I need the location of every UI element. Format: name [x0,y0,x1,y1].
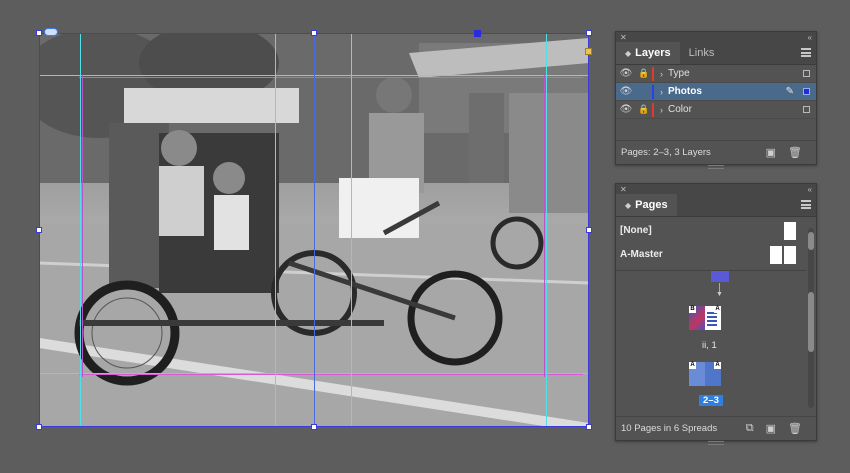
tab-links[interactable]: Links [680,42,724,64]
masters-scroll-thumb[interactable] [808,232,814,250]
resize-handle-right[interactable] [586,227,592,233]
master-thumbnail[interactable] [784,222,796,240]
spread-2-3[interactable]: A A [689,362,721,386]
resize-handle-top-right[interactable] [586,30,592,36]
resize-handle-top-left[interactable] [36,30,42,36]
master-letter: A [689,362,696,369]
panel-menu-icon[interactable] [801,200,811,209]
resize-handle-bottom-right[interactable] [586,424,592,430]
pages-scroll-thumb[interactable] [808,292,814,352]
lock-icon[interactable]: 🔒 [636,104,652,115]
spread-label-selected: 2–3 [699,395,723,406]
master-name: A-Master [620,248,663,260]
new-page-icon[interactable]: ▣ [766,422,776,435]
layers-tabbar: ◆ Layers Links [616,42,816,65]
page-thumbnail[interactable]: A [705,362,721,386]
master-name: [None] [620,224,652,236]
panel-resize-grip[interactable] [708,441,724,445]
pages-tabbar: ◆ Pages [616,194,816,217]
pages-footer: 10 Pages in 6 Spreads ⧉ ▣ 🗑 [616,416,816,440]
master-letter: A [714,362,721,369]
tab-expand-icon: ◆ [625,200,632,210]
tab-layers-label: Layers [635,47,671,59]
spread-label: ii, 1 [702,340,717,351]
page-thumbnail[interactable]: A [689,362,705,386]
panel-titlebar: ✕ « [616,32,816,42]
tab-pages-label: Pages [635,199,668,211]
margin-guide-right [544,75,545,377]
layer-color-swatch [652,84,654,99]
close-icon[interactable]: ✕ [620,185,627,194]
trash-icon[interactable]: 🗑 [788,422,802,435]
layers-status-text: Pages: 2–3, 3 Layers [621,147,711,158]
text-out-port-icon[interactable] [585,48,592,55]
close-icon[interactable]: ✕ [620,33,627,42]
resize-handle-bottom[interactable] [311,424,317,430]
layer-name: Color [668,104,692,115]
layer-name: Photos [668,86,702,97]
photo-frame[interactable] [36,28,592,430]
layer-name: Type [668,68,690,79]
visibility-eye-icon[interactable]: 👁 [616,68,636,79]
page-thumbnail[interactable]: A [705,306,721,330]
layer-row-color[interactable]: 👁 🔒 › Color [616,101,816,119]
collapse-icon[interactable]: « [808,33,812,42]
edit-page-size-icon[interactable]: ⧉ [746,422,754,435]
expand-triangle-icon[interactable]: › [660,105,663,115]
resize-handle-bottom-left[interactable] [36,424,42,430]
visibility-eye-icon[interactable]: 👁 [616,104,636,115]
guide-vertical [546,33,547,427]
lock-icon[interactable]: 🔒 [636,68,652,79]
page-thumbnail[interactable] [711,271,729,282]
expand-triangle-icon[interactable]: › [660,87,663,97]
panel-resize-grip[interactable] [708,165,724,169]
resize-handle-left[interactable] [36,227,42,233]
margin-guide-bottom [79,374,583,375]
expand-triangle-icon[interactable]: › [660,69,663,79]
pages-status-text: 10 Pages in 6 Spreads [621,423,718,434]
selection-indicator[interactable] [803,70,810,77]
collapse-icon[interactable]: « [808,185,812,194]
linked-content-icon[interactable] [44,28,58,36]
layers-panel: ✕ « ◆ Layers Links 👁 🔒 › Type 👁 › Photos… [615,31,817,169]
resize-handle-top[interactable] [311,30,317,36]
selection-indicator[interactable] [803,88,810,95]
guide-vertical [351,33,352,427]
master-letter: A [714,306,721,313]
pencil-icon: ✎ [785,86,794,97]
tab-pages[interactable]: ◆ Pages [616,194,677,216]
tab-links-label: Links [688,47,715,59]
master-thumbnail-left[interactable] [770,246,782,264]
layer-color-swatch [652,102,654,117]
margin-guide-top [79,77,583,78]
trash-icon[interactable]: 🗑 [788,146,802,159]
margin-guide-left [82,75,83,377]
page-thumbnail[interactable]: B [689,306,705,330]
panel-menu-icon[interactable] [801,48,811,57]
tab-layers[interactable]: ◆ Layers [616,42,680,64]
guide-vertical [80,33,81,427]
visibility-eye-icon[interactable]: 👁 [616,86,636,97]
guide-vertical [275,33,276,427]
layer-color-swatch [652,66,654,81]
spine-guide [314,33,315,427]
selection-indicator[interactable] [803,106,810,113]
layer-row-photos[interactable]: 👁 › Photos ✎ [616,83,816,101]
master-letter: B [689,306,696,313]
master-none[interactable]: [None] [616,218,806,242]
master-thumbnail-right[interactable] [784,246,796,264]
layer-row-type[interactable]: 👁 🔒 › Type [616,65,816,83]
new-layer-icon[interactable]: ▣ [766,146,776,159]
tab-expand-icon: ◆ [625,48,632,58]
arrow-down-icon: ▼ [716,291,723,298]
content-grabber[interactable] [474,30,481,37]
pages-panel: ✕ « ◆ Pages [None] A-Master ▼ B A ii, 1 … [615,183,817,445]
layers-footer: Pages: 2–3, 3 Layers ▣ 🗑 [616,140,816,164]
spread-ii-1[interactable]: B A [689,306,721,330]
panel-titlebar: ✕ « [616,184,816,194]
